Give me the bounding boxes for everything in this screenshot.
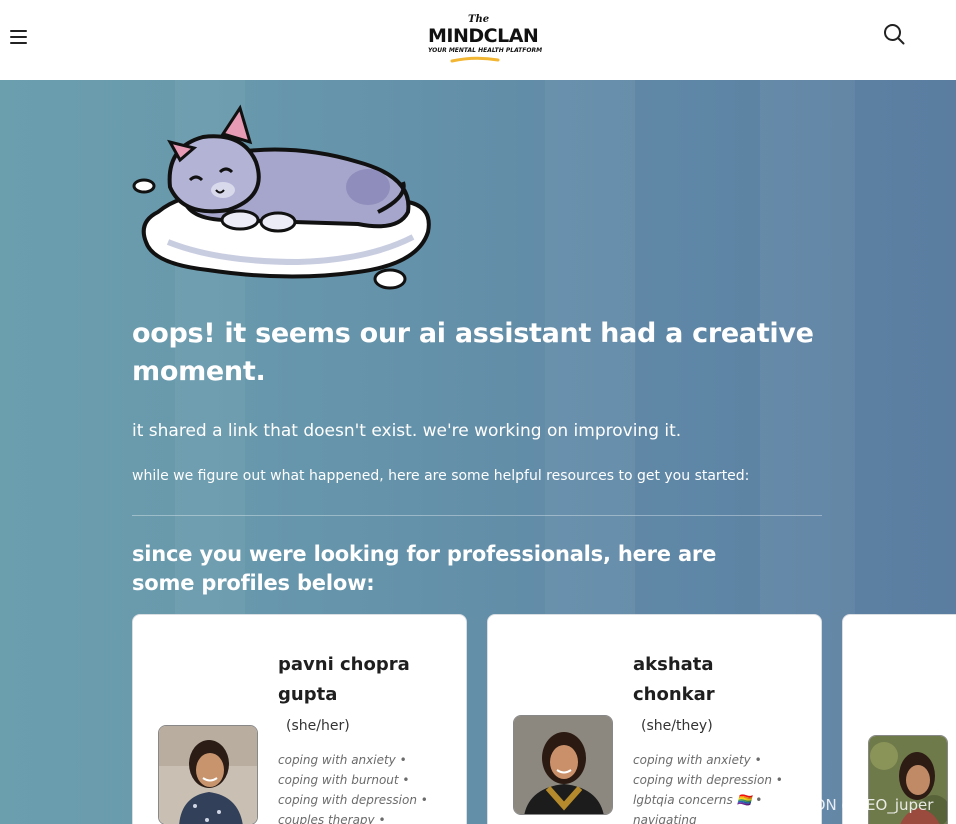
- error-subline: it shared a link that doesn't exist. we'…: [132, 421, 682, 441]
- top-navigation-bar: The MINDCLAN YOUR MENTAL HEALTH PLATFORM: [0, 0, 956, 80]
- logo-tagline: YOUR MENTAL HEALTH PLATFORM: [428, 47, 543, 54]
- mindclan-logo[interactable]: The MINDCLAN YOUR MENTAL HEALTH PLATFORM: [424, 14, 542, 66]
- profile-pronouns: (she/her): [286, 718, 350, 734]
- profile-pronouns: (she/they): [641, 718, 713, 734]
- profile-specialties: coping with anxiety • coping with burnou…: [278, 753, 428, 824]
- profile-photo: [513, 715, 613, 815]
- sleeping-cat-illustration: [132, 104, 431, 290]
- helper-text: while we figure out what happened, here …: [132, 468, 750, 484]
- profile-name[interactable]: pavni chopra gupta: [278, 650, 428, 710]
- profile-photo-image: [159, 726, 257, 824]
- profile-card[interactable]: pavni chopra gupta (she/her) coping with…: [132, 614, 467, 824]
- profile-specialties: coping with anxiety • coping with depres…: [633, 753, 783, 824]
- csdn-watermark: CSDN @SEO_juper: [794, 796, 934, 814]
- profile-card[interactable]: akshata chonkar (she/they) coping with a…: [487, 614, 822, 824]
- error-headline: oops! it seems our ai assistant had a cr…: [132, 318, 814, 387]
- search-icon[interactable]: [883, 23, 905, 45]
- logo-the-text: The: [468, 14, 490, 25]
- hamburger-menu-icon[interactable]: [10, 30, 28, 44]
- profile-name[interactable]: akshata chonkar: [633, 650, 783, 710]
- logo-wordmark: MINDCLAN: [428, 25, 539, 47]
- error-hero-section: oops! it seems our ai assistant had a cr…: [0, 80, 956, 824]
- section-divider: [132, 515, 822, 516]
- profile-card[interactable]: [842, 614, 956, 824]
- profile-photo-image: [514, 716, 612, 814]
- profile-photo: [158, 725, 258, 824]
- logo-swoosh-icon: [450, 56, 500, 63]
- professionals-section-title: since you were looking for professionals…: [132, 542, 717, 595]
